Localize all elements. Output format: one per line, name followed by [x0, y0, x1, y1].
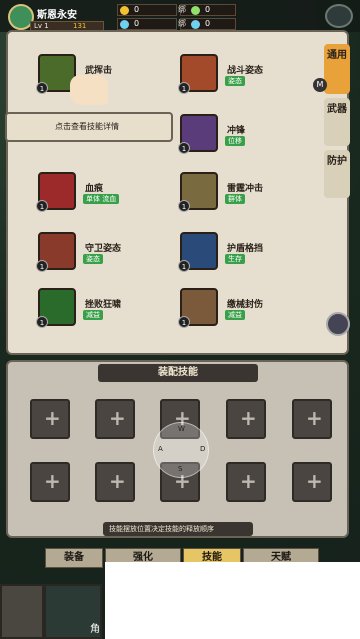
- skill-tag: 位移: [225, 136, 245, 146]
- skill-slot[interactable]: +: [292, 399, 332, 439]
- equip-hint: 技能摆放位置决定技能的释放顺序: [103, 522, 253, 536]
- gold-counter: 0: [117, 4, 177, 16]
- skill-item[interactable]: 1 雷霆冲击 群体: [178, 172, 320, 224]
- gold-coin-icon: [120, 6, 129, 15]
- skill-item[interactable]: 1 战斗姿态 姿态: [178, 54, 320, 106]
- tooltip-text: 点击查看技能详情: [55, 122, 119, 131]
- gem-counter: 0: [117, 18, 177, 30]
- plus-icon: +: [44, 469, 61, 493]
- hero-portrait-button[interactable]: 角: [44, 584, 102, 639]
- joystick-d: D: [200, 445, 206, 453]
- skill-name: 冲锋: [227, 126, 246, 136]
- plus-icon: +: [240, 469, 257, 493]
- skill-level-badge: 1: [36, 316, 48, 328]
- plus-icon: +: [240, 406, 257, 430]
- skill-name: 缴械封伤: [227, 300, 264, 310]
- tab-armor[interactable]: 防护: [324, 150, 350, 198]
- character-menu-button[interactable]: [0, 584, 44, 639]
- skill-name: 挫败狂啸: [85, 300, 122, 310]
- skill-name: 守卫姿态: [85, 244, 122, 254]
- gem-value: 0: [134, 19, 140, 28]
- bind2-counter: 绑 0: [178, 18, 236, 30]
- watermark-logo: [105, 562, 360, 639]
- skill-tag: 单体 流血: [83, 194, 120, 204]
- gem-icon: [120, 20, 129, 29]
- equip-hint-text: 技能摆放位置决定技能的释放顺序: [109, 525, 214, 533]
- gold-value: 0: [134, 5, 140, 14]
- skill-name: 雷霆冲击: [227, 184, 264, 194]
- skill-list-panel: 1 武挥击 1 战斗姿态 姿态 1 冲锋 位移 1 血痕 单体 流血 1 雷霆冲击 群体 1 守卫姿态 姿态 1 护…: [6, 30, 350, 355]
- joystick-s: S: [178, 465, 183, 473]
- skill-level-badge: 1: [178, 142, 190, 154]
- skill-slot[interactable]: +: [95, 399, 135, 439]
- hero-label: 角: [90, 624, 100, 635]
- skill-tag: 群体: [225, 194, 245, 204]
- skill-slot[interactable]: +: [30, 399, 70, 439]
- tab-equipment-label: 装备: [64, 552, 84, 563]
- bind2-value: 0: [205, 19, 211, 28]
- skill-item[interactable]: 1 冲锋 位移: [178, 114, 320, 166]
- tab-general[interactable]: 通用: [324, 44, 350, 94]
- joystick-w: W: [178, 425, 185, 433]
- bind2-gem-icon: [191, 20, 200, 29]
- player-power: 131: [73, 22, 87, 30]
- bind-value: 0: [205, 5, 211, 14]
- tab-general-label: 通用: [327, 50, 347, 61]
- skill-level-badge: 1: [36, 260, 48, 272]
- skill-tag: 减益: [225, 310, 245, 320]
- plus-icon: +: [109, 406, 126, 430]
- chat-bubble-icon[interactable]: [326, 312, 350, 336]
- skill-item[interactable]: 1 挫败狂啸 减益: [36, 288, 178, 340]
- skill-name: 血痕: [85, 184, 104, 194]
- plus-icon: +: [306, 406, 323, 430]
- player-level: Lv 1: [34, 22, 49, 30]
- equip-skill-panel: 装配技能 + + + + + + + + + + W A D S 技能摆放位置决定技能的释放顺序: [6, 360, 349, 538]
- skill-name: 战斗姿态: [227, 66, 264, 76]
- player-name: 斯恩永安: [37, 10, 77, 21]
- joystick-a: A: [158, 445, 163, 453]
- plus-icon: +: [306, 469, 323, 493]
- bind2-label: 绑: [178, 19, 186, 28]
- skill-level-badge: 1: [178, 316, 190, 328]
- skill-level-badge: 1: [36, 82, 48, 94]
- plus-icon: +: [109, 469, 126, 493]
- skill-slot[interactable]: +: [292, 462, 332, 502]
- tab-armor-label: 防护: [327, 156, 347, 167]
- skill-item[interactable]: 1 血痕 单体 流血: [36, 172, 178, 224]
- skill-slot[interactable]: +: [226, 462, 266, 502]
- skill-tag: 姿态: [83, 254, 103, 264]
- bind-label: 绑: [178, 5, 186, 14]
- skill-slot[interactable]: +: [226, 399, 266, 439]
- skill-tag: 生存: [225, 254, 245, 264]
- top-bar: 斯恩永安 Lv 1 131 0 0 绑 0 绑 0: [0, 0, 360, 32]
- skill-slot[interactable]: +: [30, 462, 70, 502]
- tab-weapon-label: 武器: [327, 104, 347, 115]
- tab-weapon[interactable]: 武器: [324, 98, 350, 146]
- equip-section-title: 装配技能: [98, 364, 258, 382]
- skill-tooltip: 点击查看技能详情: [5, 112, 173, 142]
- skill-item[interactable]: 1 守卫姿态 姿态: [36, 232, 178, 284]
- bind-gem-icon: [191, 6, 200, 15]
- skill-slot[interactable]: +: [95, 462, 135, 502]
- skill-item[interactable]: 1 武挥击: [36, 54, 178, 106]
- tap-hand-icon: [70, 75, 108, 105]
- skill-item[interactable]: 1 护盾格挡 生存: [178, 232, 320, 284]
- game-screen: 斯恩永安 Lv 1 131 0 0 绑 0 绑 0 1 武挥击 1 战斗姿态 姿态 1 冲锋…: [0, 0, 360, 639]
- skill-level-badge: 1: [178, 260, 190, 272]
- skill-item[interactable]: 1 缴械封伤 减益: [178, 288, 320, 340]
- m-badge: M: [313, 78, 327, 92]
- skill-tag: 减益: [83, 310, 103, 320]
- bind-counter: 绑 0: [178, 4, 236, 16]
- skill-level-badge: 1: [178, 82, 190, 94]
- skill-level-badge: 1: [36, 200, 48, 212]
- skill-name: 护盾格挡: [227, 244, 264, 254]
- minimap-button[interactable]: [325, 4, 353, 28]
- skill-tag: 姿态: [225, 76, 245, 86]
- joystick[interactable]: W A D S: [153, 422, 209, 478]
- plus-icon: +: [44, 406, 61, 430]
- skill-level-badge: 1: [178, 200, 190, 212]
- tab-equipment[interactable]: 装备: [45, 548, 103, 568]
